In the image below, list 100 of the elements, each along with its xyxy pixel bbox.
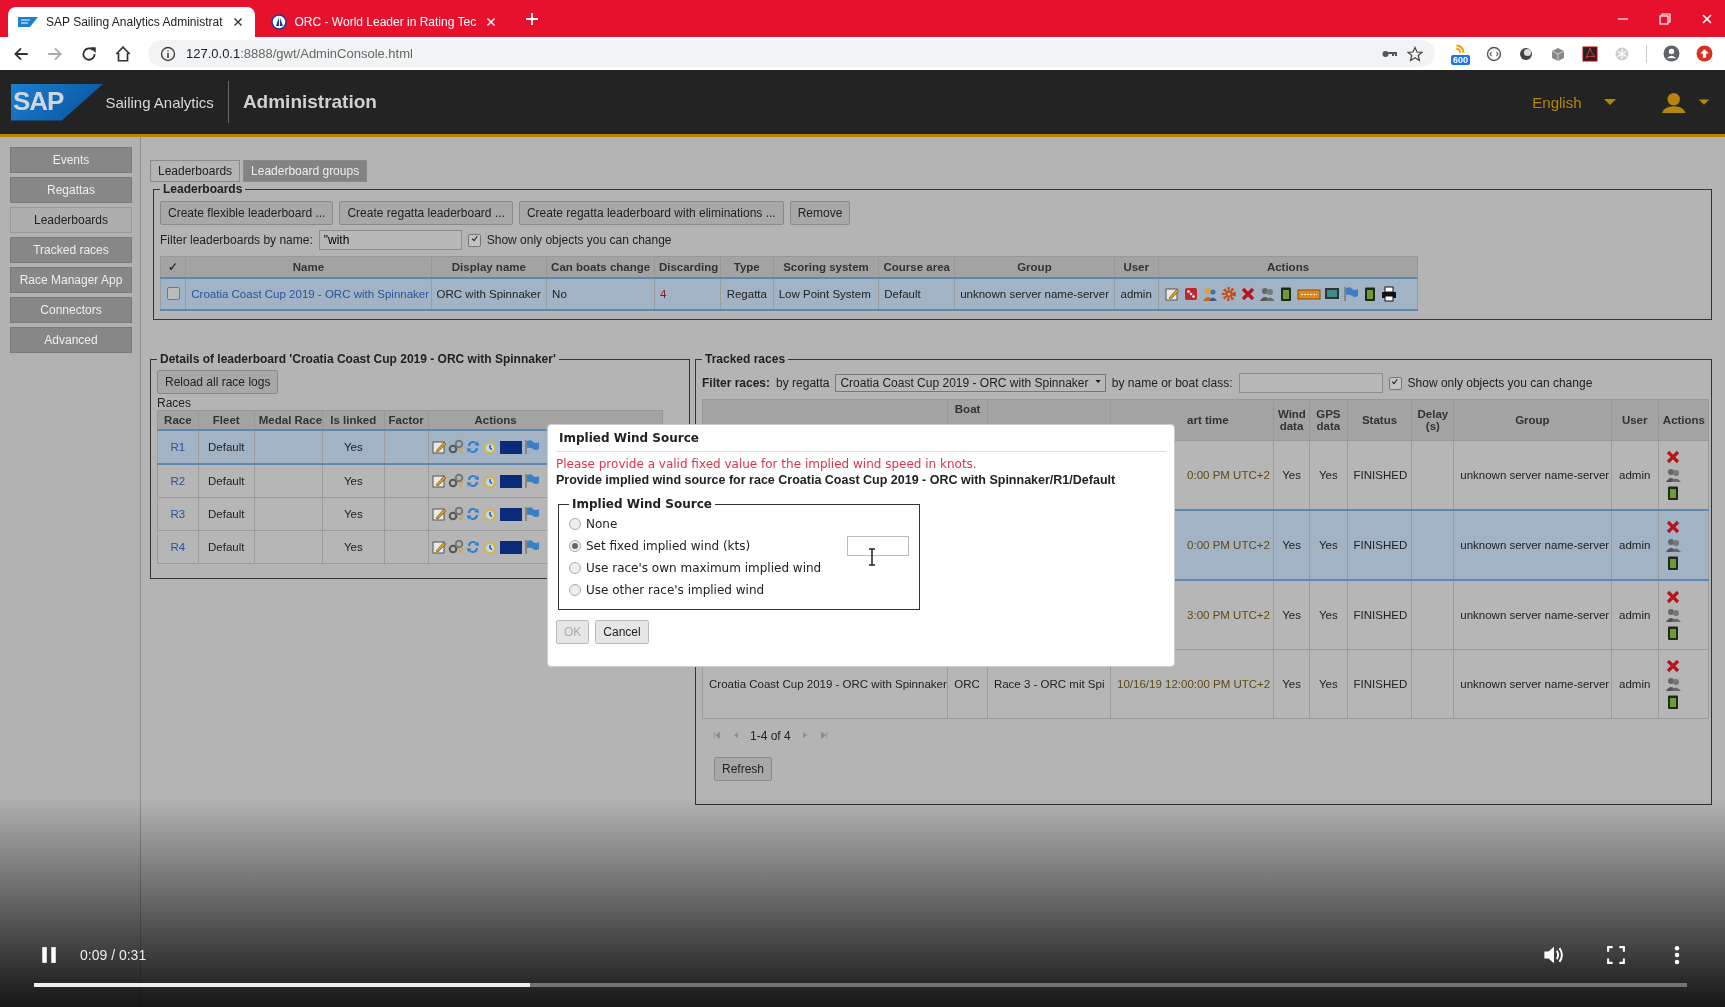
tab[interactable]: Leaderboards: [150, 160, 241, 182]
table-cell: ORC with Spinnaker: [431, 278, 547, 310]
table-cell: Yes: [1319, 609, 1338, 621]
race-link[interactable]: R3: [170, 508, 186, 520]
sidebar-item[interactable]: Advanced: [10, 327, 132, 353]
column-header: ✓: [160, 256, 186, 278]
panel-title: Tracked races: [704, 352, 787, 366]
table-cell: Yes: [322, 530, 385, 564]
tab[interactable]: Leaderboard groups: [243, 160, 368, 182]
column-header: Status: [1361, 414, 1398, 426]
sidebar-item[interactable]: Events: [10, 147, 132, 173]
extension-badge: 600: [1450, 54, 1470, 65]
option-label: Use other race's implied wind: [586, 583, 765, 597]
table-cell: admin: [1619, 469, 1651, 481]
table-cell: admin: [1114, 278, 1159, 310]
table-cell: Default: [198, 497, 255, 531]
column-header: Name: [185, 256, 432, 278]
table-cell: unknown server name-server: [1460, 469, 1610, 481]
sidebar-item[interactable]: Tracked races: [10, 237, 132, 263]
table-cell: 0:00 PM UTC+2: [1187, 539, 1270, 551]
table-cell: Yes: [322, 430, 385, 464]
filter-field[interactable]: "with: [318, 230, 462, 250]
regatta-dropdown[interactable]: Croatia Coast Cup 2019 - ORC with Spinnaker: [835, 374, 1106, 392]
checkbox-label: Show only objects you can change: [486, 233, 672, 247]
table-cell: Yes: [1282, 469, 1301, 481]
address-bar[interactable]: 127.0.0.1:8888/gwt/AdminConsole.html: [148, 40, 1435, 67]
table-cell: 10/16/19 12:00:00 PM UTC+2: [1117, 678, 1271, 690]
error-message: Please provide a valid fixed value for the implied wind speed in knots.: [556, 457, 978, 471]
sidebar-item[interactable]: Connectors: [10, 297, 132, 323]
filter-label: Filter races:: [702, 376, 771, 390]
table-cell: Yes: [1319, 469, 1338, 481]
language-selector[interactable]: English: [1532, 93, 1582, 111]
table-cell: No: [546, 278, 655, 310]
column-header: User: [1114, 256, 1159, 278]
table-cell: admin: [1619, 539, 1651, 551]
table-cell: ORC: [954, 678, 980, 690]
table-cell: Default: [878, 278, 955, 310]
browser-tab[interactable]: ORC - World Leader in Rating Tec: [260, 7, 509, 37]
product-name: Sailing Analytics: [105, 93, 214, 111]
filter-label: by regatta: [776, 376, 830, 390]
column-header: Discarding: [654, 256, 721, 278]
action-button[interactable]: Create regatta leaderboard ...: [339, 201, 513, 225]
table-cell: Croatia Coast Cup 2019 - ORC with Spinnaker: [709, 678, 947, 690]
race-link[interactable]: R1: [170, 441, 186, 453]
table-cell: Default: [198, 430, 255, 464]
column-header: Wind data: [1277, 408, 1306, 432]
checkbox-label: Show only objects you can change: [1407, 376, 1593, 390]
column-header: Scoring system: [773, 256, 879, 278]
option-label: Set fixed implied wind (kts): [586, 539, 751, 553]
column-header: Medal Race: [254, 410, 323, 430]
column-header: Factor: [384, 410, 429, 430]
sidebar-item[interactable]: Leaderboards: [10, 207, 132, 233]
action-button[interactable]: Create regatta leaderboard with eliminations ...: [518, 201, 784, 225]
column-header: Course area: [878, 256, 955, 278]
table-cell: unknown server name-server: [954, 278, 1115, 310]
column-header: Boat: [954, 403, 981, 415]
column-header: User: [1621, 414, 1648, 426]
column-header: Actions: [1662, 414, 1705, 426]
page-title: Administration: [242, 91, 377, 113]
video-time: 0:09 / 0:31: [80, 947, 147, 963]
column-header: art time: [1187, 414, 1229, 426]
column-header: Can boats change: [546, 256, 655, 278]
table-cell: Default: [198, 464, 255, 498]
column-header: Type: [720, 256, 774, 278]
action-button[interactable]: Create flexible leaderboard ...: [160, 201, 334, 225]
table-cell: 0:00 PM UTC+2: [1187, 469, 1270, 481]
column-header: Delay (s): [1417, 408, 1449, 432]
logo: SAP: [11, 83, 104, 121]
column-header: Is linked: [322, 410, 385, 430]
option-label: Use race's own maximum implied wind: [586, 561, 822, 575]
sidebar-item[interactable]: Race Manager App: [10, 267, 132, 293]
dialog-title: Implied Wind Source: [556, 428, 1166, 452]
table-cell: Default: [198, 530, 255, 564]
table-cell: Yes: [1282, 678, 1301, 690]
table-cell: admin: [1619, 678, 1651, 690]
table-cell: Regatta: [720, 278, 774, 310]
reload-button[interactable]: Reload all race logs: [157, 370, 279, 394]
table-cell: FINISHED: [1353, 539, 1408, 551]
table-cell: Yes: [1319, 678, 1338, 690]
sidebar-item[interactable]: Regattas: [10, 177, 132, 203]
page-range: 1-4 of 4: [750, 729, 791, 743]
table-cell: Yes: [1282, 609, 1301, 621]
dialog-button[interactable]: Cancel: [595, 620, 649, 644]
option-label: None: [586, 517, 618, 531]
action-button[interactable]: Remove: [789, 201, 851, 225]
refresh-button[interactable]: Refresh: [714, 757, 773, 781]
race-link[interactable]: R4: [170, 541, 186, 553]
column-header: Group: [1515, 414, 1550, 426]
column-header: Fleet: [198, 410, 255, 430]
column-header: GPS data: [1316, 408, 1341, 432]
race-link[interactable]: R2: [170, 475, 186, 487]
panel-title: Details of leaderboard 'Croatia Coast Cup 2019 - ORC with Spinnaker': [159, 352, 557, 366]
table-cell: Race 3 - ORC mit Spi: [993, 678, 1105, 690]
panel-title: Leaderboards: [162, 182, 244, 196]
table-caption: Races: [157, 396, 192, 410]
dialog-prompt: Provide implied wind source for race Croatia Coast Cup 2019 - ORC with Spinnaker/R1/Default: [556, 473, 1117, 487]
group-title: Implied Wind Source: [571, 497, 713, 511]
column-header: Race: [157, 410, 199, 430]
filter-label: by name or boat class:: [1111, 376, 1233, 390]
browser-tab[interactable]: SAP Sailing Analytics Administrat: [8, 7, 255, 37]
